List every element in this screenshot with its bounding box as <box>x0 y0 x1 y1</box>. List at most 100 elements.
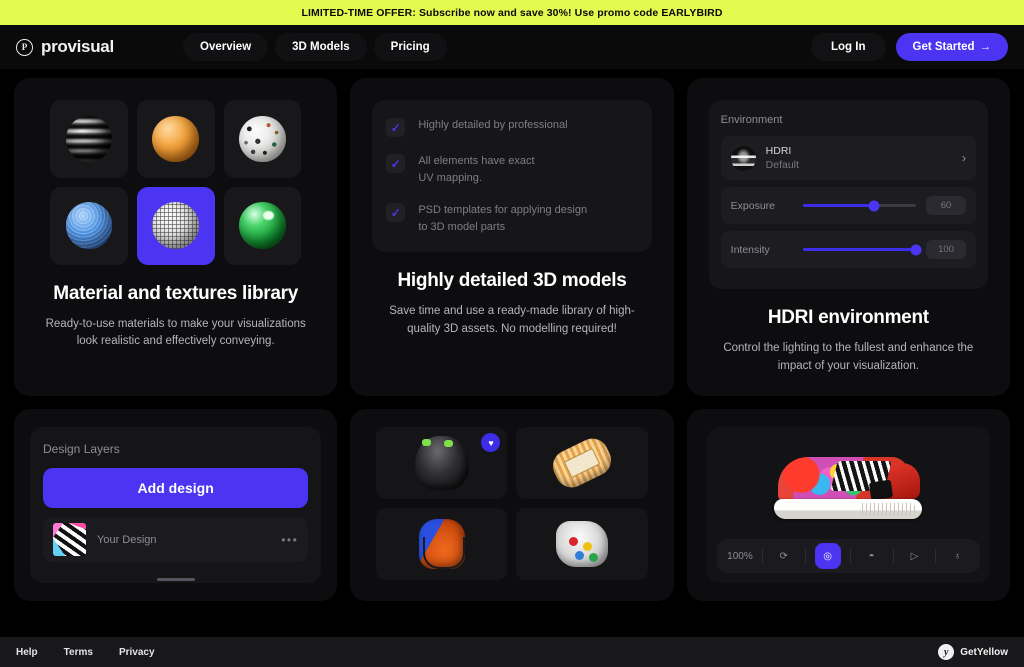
promo-banner: LIMITED-TIME OFFER: Subscribe now and sa… <box>0 0 1024 25</box>
arrow-right-icon: → <box>979 41 992 53</box>
design-layer-row[interactable]: Your Design ••• <box>43 517 309 562</box>
header-actions: Log In Get Started → <box>811 33 1008 61</box>
check-icon: ✓ <box>386 154 406 173</box>
chevron-right-icon: › <box>962 151 966 166</box>
blue-dimpled-sphere-icon <box>65 202 113 249</box>
design-layers-panel: Design Layers Add design Your Design ••• <box>30 427 322 583</box>
card-3d-viewer: 100% ⟳ ◎ ◓ ▷ ♁ <box>686 409 1010 601</box>
card-material-library: Material and textures library Ready-to-u… <box>14 78 338 396</box>
add-design-button[interactable]: Add design <box>43 468 309 508</box>
checklist-text: All elements have exact UV mapping. <box>418 155 535 184</box>
hdri-preview-icon <box>730 145 756 171</box>
lighting-dome-icon[interactable]: ◓ <box>860 551 884 562</box>
nav-item-overview[interactable]: Overview <box>183 33 269 61</box>
viewer-toolbar: 100% ⟳ ◎ ◓ ▷ ♁ <box>716 539 980 573</box>
material-tile-terrazzo[interactable] <box>223 100 302 178</box>
orange-basketball-bag-model-icon <box>418 519 465 569</box>
get-started-label: Get Started <box>912 41 975 53</box>
checklist-item: ✓ Highly detailed by professional <box>386 117 637 137</box>
nav-item-3d-models[interactable]: 3D Models <box>275 33 367 61</box>
design-layer-name: Your Design <box>97 533 157 546</box>
intensity-slider[interactable] <box>802 244 922 256</box>
chrome-wave-sphere-icon <box>65 115 113 163</box>
checklist-item: ✓ All elements have exact UV mapping. <box>386 153 637 186</box>
floral-sneaker-model-icon <box>774 455 923 519</box>
model-viewer: 100% ⟳ ◎ ◓ ▷ ♁ <box>706 427 990 583</box>
intensity-slider-knob[interactable] <box>910 244 922 256</box>
rotate-icon[interactable]: ⟳ <box>772 551 796 562</box>
environment-panel: Environment HDRI Default › Exposure 60 I… <box>708 100 988 290</box>
focus-target-icon[interactable]: ◎ <box>814 543 841 569</box>
exposure-slider-knob[interactable] <box>868 200 880 212</box>
site-header: P provisual Overview 3D Models Pricing L… <box>0 25 1024 69</box>
check-icon: ✓ <box>386 118 406 137</box>
exposure-slider[interactable] <box>802 200 916 212</box>
card-title-hdri: HDRI environment <box>767 307 929 329</box>
card-title-3d-models: Highly detailed 3D models <box>397 270 627 291</box>
footer-link-privacy[interactable]: Privacy <box>119 647 155 658</box>
exposure-label: Exposure <box>730 199 776 212</box>
material-tile-green[interactable] <box>223 186 302 265</box>
login-button[interactable]: Log In <box>811 33 886 61</box>
model-tile-basketball-bag[interactable] <box>376 508 508 580</box>
white-snack-bag-model-icon <box>556 521 609 567</box>
exposure-value: 60 <box>926 196 966 216</box>
exposure-slider-fill <box>802 204 875 208</box>
card-3d-models: ✓ Highly detailed by professional ✓ All … <box>350 78 674 396</box>
hdri-selector-row[interactable]: HDRI Default › <box>720 136 976 181</box>
checklist-item: ✓ PSD templates for applying design to 3… <box>386 202 637 235</box>
sheet-drag-handle[interactable] <box>156 578 195 581</box>
gold-snack-pack-model-icon <box>547 433 617 493</box>
zoom-level-label[interactable]: 100% <box>727 551 753 562</box>
favorite-heart-icon[interactable]: ♥ <box>481 433 501 452</box>
brand-name: provisual <box>41 37 114 56</box>
intensity-slider-row: Intensity 100 <box>720 231 976 269</box>
checklist-text: PSD templates for applying design to 3D … <box>418 204 588 233</box>
viewer-stage[interactable] <box>717 435 980 539</box>
site-footer: Help Terms Privacy y GetYellow <box>0 637 1024 667</box>
white-grid-sphere-icon <box>152 202 199 249</box>
footer-link-terms[interactable]: Terms <box>64 647 93 658</box>
card-model-gallery: ♥ <box>350 409 674 601</box>
play-animation-icon[interactable]: ▷ <box>902 551 926 562</box>
getyellow-brand[interactable]: y GetYellow <box>938 644 1008 660</box>
environment-panel-title: Environment <box>720 114 783 126</box>
toolbar-divider <box>892 549 894 563</box>
layer-more-options-icon[interactable]: ••• <box>281 533 298 547</box>
card-title-materials: Material and textures library <box>53 282 299 304</box>
model-thumbnail-grid: ♥ <box>366 427 657 580</box>
get-started-button[interactable]: Get Started → <box>895 33 1008 61</box>
material-tile-orange[interactable] <box>136 100 215 178</box>
hdri-label: HDRI <box>765 145 792 157</box>
promo-banner-text: LIMITED-TIME OFFER: Subscribe now and sa… <box>301 6 723 19</box>
card-desc-hdri: Control the lighting to the fullest and … <box>723 342 974 373</box>
black-backpack-model-icon <box>414 436 469 490</box>
design-layers-title: Design Layers <box>43 442 120 456</box>
card-hdri-environment: Environment HDRI Default › Exposure 60 I… <box>686 78 1010 396</box>
design-thumbnail-icon <box>53 523 86 556</box>
intensity-value: 100 <box>926 240 966 260</box>
card-desc-materials: Ready-to-use materials to make your visu… <box>45 317 306 348</box>
card-design-layers: Design Layers Add design Your Design ••• <box>14 409 338 601</box>
brand-logo[interactable]: P provisual <box>16 37 114 57</box>
gravity-icon[interactable]: ♁ <box>945 551 969 562</box>
material-tile-white-grid[interactable] <box>136 186 215 265</box>
orange-bumpy-sphere-icon <box>152 115 199 163</box>
hdri-value: Default <box>765 159 799 172</box>
sneaker-tongue <box>869 479 894 501</box>
toolbar-divider <box>804 549 806 563</box>
material-tile-blue[interactable] <box>50 186 128 265</box>
getyellow-name: GetYellow <box>960 646 1008 658</box>
model-feature-checklist: ✓ Highly detailed by professional ✓ All … <box>372 100 652 252</box>
footer-link-help[interactable]: Help <box>16 647 38 658</box>
green-glossy-sphere-icon <box>239 202 286 249</box>
nav-item-pricing[interactable]: Pricing <box>373 33 447 61</box>
feature-grid: Material and textures library Ready-to-u… <box>0 69 1024 601</box>
model-tile-snack-pack[interactable] <box>516 427 648 499</box>
check-icon: ✓ <box>386 203 406 222</box>
sneaker-sole <box>774 499 923 519</box>
material-tile-chrome[interactable] <box>50 100 128 178</box>
model-tile-backpack[interactable]: ♥ <box>376 427 508 499</box>
model-tile-snack-bag[interactable] <box>516 508 648 580</box>
terrazzo-sphere-icon <box>239 115 286 163</box>
